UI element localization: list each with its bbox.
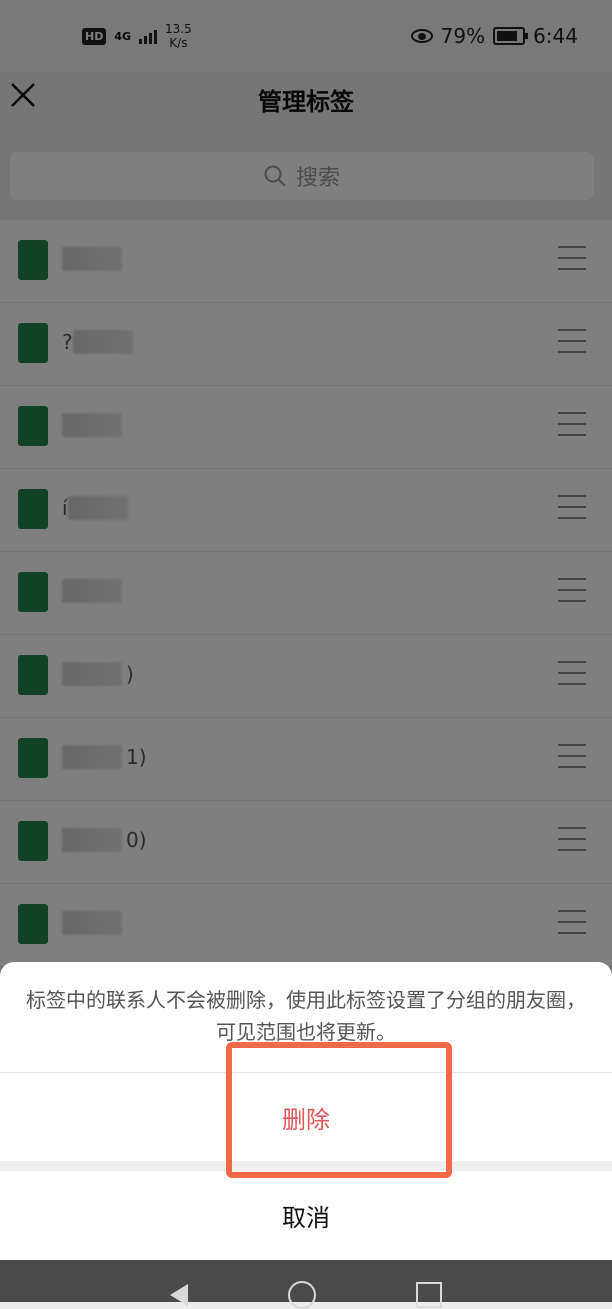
recent-apps-icon[interactable]: [416, 1282, 442, 1308]
dialog-message: 标签中的联系人不会被删除，使用此标签设置了分组的朋友圈，可见范围也将更新。: [26, 988, 586, 1044]
cancel-button[interactable]: 取消: [0, 1171, 612, 1260]
home-icon[interactable]: [288, 1281, 316, 1309]
back-icon[interactable]: [170, 1284, 188, 1306]
system-nav-bar: [0, 1260, 612, 1309]
highlight-annotation: [226, 1042, 452, 1178]
